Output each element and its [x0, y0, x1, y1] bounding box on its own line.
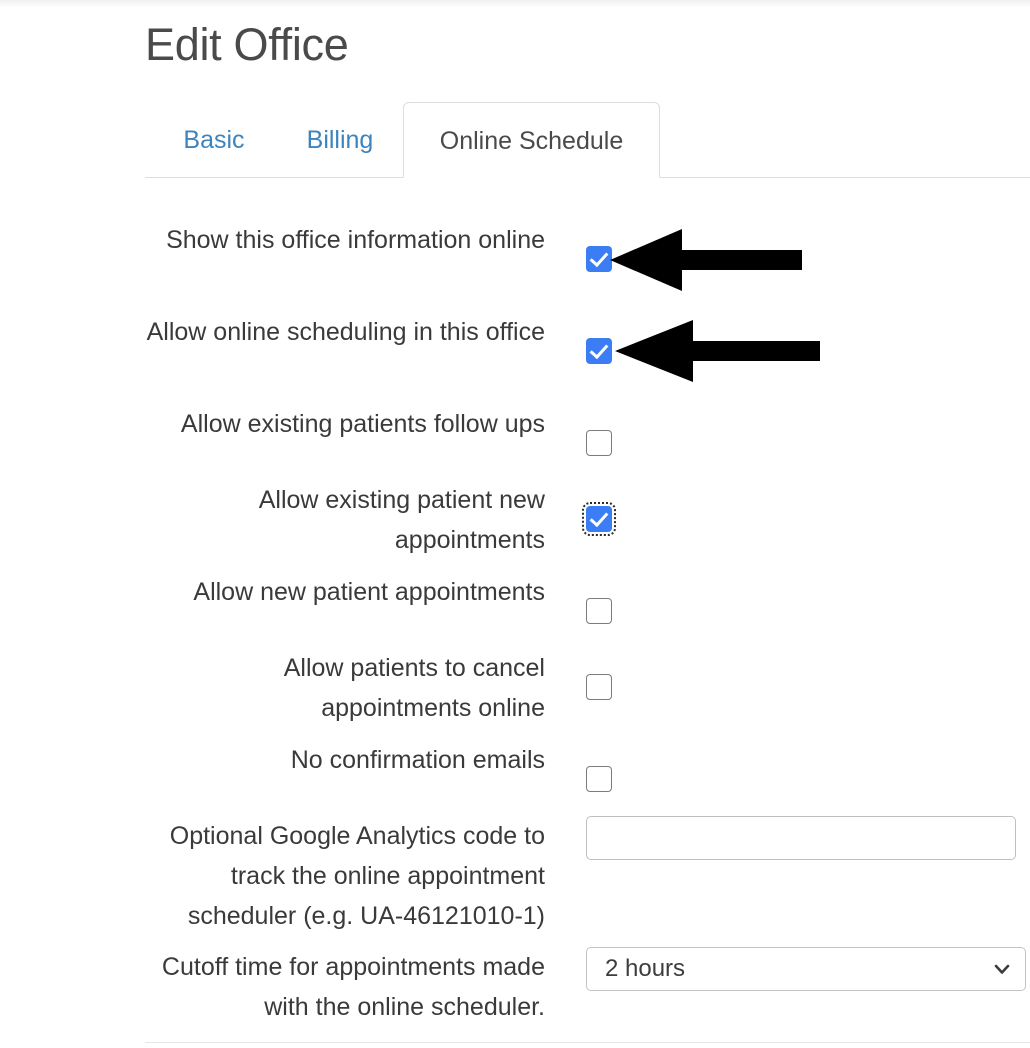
checkbox-existing-followups[interactable]: [586, 430, 612, 456]
label-no-confirmation-emails: No confirmation emails: [290, 746, 545, 774]
label-cutoff-time: Cutoff time for appointments made with t…: [161, 953, 545, 1021]
edit-office-page: Edit Office Basic Billing Online Schedul…: [0, 0, 1030, 1048]
bottom-divider: [145, 1042, 1030, 1043]
label-show-office-online: Show this office information online: [166, 226, 545, 254]
tab-bar: Basic Billing Online Schedule: [145, 102, 1030, 178]
google-analytics-input[interactable]: [586, 816, 1016, 860]
label-new-patient-appointments: Allow new patient appointments: [193, 578, 545, 606]
checkbox-no-confirmation-emails[interactable]: [586, 766, 612, 792]
label-existing-new-appointments: Allow existing patient new appointments: [258, 486, 545, 554]
tab-basic[interactable]: Basic: [168, 102, 260, 178]
arrow-left-icon-annotation-1: [610, 229, 802, 291]
label-allow-online-scheduling: Allow online scheduling in this office: [146, 318, 545, 346]
tab-online-schedule[interactable]: Online Schedule: [403, 102, 660, 178]
checkbox-new-patient-appointments[interactable]: [586, 598, 612, 624]
checkbox-show-office-online[interactable]: [586, 246, 612, 272]
page-title: Edit Office: [145, 19, 349, 70]
label-cancel-online: Allow patients to cancel appointments on…: [283, 654, 545, 722]
chevron-down-icon: [994, 964, 1010, 974]
label-google-analytics: Optional Google Analytics code to track …: [169, 822, 545, 930]
checkbox-existing-new-appointments[interactable]: [582, 502, 616, 536]
arrow-left-icon-annotation-2: [615, 320, 820, 382]
checkbox-cancel-online[interactable]: [586, 674, 612, 700]
label-existing-followups: Allow existing patients follow ups: [180, 410, 545, 438]
checkbox-allow-online-scheduling[interactable]: [586, 338, 612, 364]
cutoff-time-selected-value: 2 hours: [605, 955, 686, 982]
cutoff-time-select-wrap: 2 hours: [586, 947, 1026, 991]
tab-billing[interactable]: Billing: [290, 102, 390, 178]
